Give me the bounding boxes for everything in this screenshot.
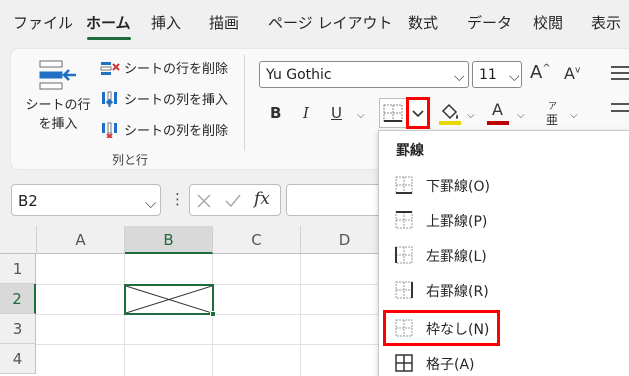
menu-file[interactable]: ファイル — [13, 12, 73, 33]
column-header-c[interactable]: C — [213, 226, 301, 254]
menu-item-left-border[interactable]: 左罫線(L) — [392, 239, 628, 271]
borders-dropdown-button[interactable] — [406, 97, 430, 129]
phonetic-bottom: 亜 — [546, 113, 559, 127]
row-header-4[interactable]: 4 — [0, 344, 36, 374]
cells-group-label: 列と行 — [112, 153, 149, 167]
border-bottom-icon — [383, 104, 403, 122]
menu-formulas[interactable]: 数式 — [408, 12, 438, 33]
font-name-select[interactable]: Yu Gothic ⌵ — [259, 61, 469, 88]
insert-rows-icon — [39, 60, 76, 90]
chevron-down-icon: ⌵ — [145, 194, 157, 212]
fill-handle[interactable] — [210, 311, 216, 317]
chevron-down-icon: ⌵ — [454, 69, 465, 85]
font-size-value: 11 — [479, 67, 497, 83]
name-box-value: B2 — [18, 192, 38, 210]
border-left-icon — [395, 246, 413, 264]
menu-item-right-border[interactable]: 右罫線(R) — [392, 274, 628, 306]
row-header-1[interactable]: 1 — [0, 254, 36, 284]
insert-rows-label: シートの行 を挿入 — [25, 98, 91, 132]
border-top-icon — [395, 211, 413, 229]
phonetic-dropdown-icon[interactable]: ⌵ — [570, 110, 578, 121]
formula-tools: fx — [189, 184, 281, 216]
menu-data[interactable]: データ — [467, 12, 512, 33]
name-box[interactable]: B2 ⌵ — [11, 184, 161, 216]
enter-check-icon[interactable] — [224, 193, 242, 209]
menu-page-layout[interactable]: ページ レイアウト — [268, 12, 392, 33]
ribbon-divider — [244, 55, 245, 151]
insert-columns-button[interactable]: シートの列を挿入 — [100, 89, 228, 108]
insert-columns-label: シートの列を挿入 — [124, 93, 229, 108]
delete-rows-icon — [100, 62, 120, 75]
fill-color-dropdown-icon[interactable]: ⌵ — [467, 110, 475, 121]
shrink-font-button[interactable]: Av — [564, 64, 580, 83]
border-right-icon — [395, 281, 413, 299]
column-header-b[interactable]: B — [125, 226, 213, 254]
menu-item-label: 上罫線(P) — [426, 214, 488, 230]
paint-bucket-icon — [439, 103, 461, 125]
bold-button[interactable]: B — [270, 104, 281, 122]
menu-insert[interactable]: 挿入 — [151, 12, 181, 33]
align-icon[interactable] — [611, 103, 629, 121]
menu-item-label: 右罫線(R) — [426, 284, 489, 300]
delete-rows-button[interactable]: シートの行を削除 — [100, 58, 228, 77]
italic-button[interactable]: I — [303, 104, 309, 122]
borders-menu-title: 罫線 — [396, 143, 424, 159]
cancel-icon[interactable] — [196, 193, 212, 209]
row-header-2[interactable]: 2 — [0, 284, 36, 314]
menu-item-bottom-border[interactable]: 下罫線(O) — [392, 169, 628, 201]
font-color-dropdown-icon[interactable]: ⌵ — [517, 110, 525, 121]
font-color-letter: A — [492, 100, 503, 119]
column-header-d[interactable]: D — [301, 226, 389, 254]
menu-item-label: 格子(A) — [426, 357, 475, 373]
underline-dropdown-icon[interactable]: ⌵ — [357, 110, 365, 121]
font-name-value: Yu Gothic — [266, 67, 332, 83]
font-size-select[interactable]: 11 ⌵ — [472, 61, 522, 88]
insert-function-button[interactable]: fx — [254, 189, 270, 209]
select-all-corner[interactable] — [0, 226, 37, 254]
menu-draw[interactable]: 描画 — [209, 12, 239, 33]
gridline — [124, 254, 125, 376]
formula-input[interactable] — [286, 184, 386, 216]
delete-columns-label: シートの列を削除 — [124, 124, 229, 139]
column-header-a[interactable]: A — [37, 226, 125, 254]
more-options-icon[interactable]: ⋮ — [170, 190, 185, 208]
underline-button[interactable]: U — [331, 104, 342, 122]
menu-bar: ファイル ホーム 挿入 描画 ページ レイアウト 数式 データ 校閲 表示 — [0, 0, 629, 42]
menu-item-all-borders[interactable]: 格子(A) — [392, 347, 628, 376]
border-bottom-icon — [395, 176, 413, 194]
font-color-bar — [487, 121, 509, 125]
active-tab-indicator — [87, 37, 131, 40]
menu-review[interactable]: 校閲 — [533, 12, 563, 33]
borders-button[interactable] — [379, 98, 407, 128]
align-icon[interactable] — [611, 66, 629, 80]
menu-view[interactable]: 表示 — [591, 12, 621, 33]
border-all-icon — [395, 354, 413, 372]
delete-columns-icon — [102, 122, 117, 138]
delete-columns-button[interactable]: シートの列を削除 — [100, 120, 228, 139]
menu-item-label: 下罫線(O) — [426, 179, 490, 195]
row-header-3[interactable]: 3 — [0, 314, 36, 344]
delete-rows-label: シートの行を削除 — [124, 62, 229, 77]
selected-cell-b2[interactable] — [124, 284, 214, 315]
diagonal-border-icon — [125, 285, 213, 314]
annotation-highlight-box — [383, 310, 500, 346]
menu-item-top-border[interactable]: 上罫線(P) — [392, 204, 628, 236]
chevron-down-icon — [412, 110, 424, 118]
gridline — [300, 254, 301, 376]
insert-columns-icon — [102, 91, 117, 107]
menu-item-label: 左罫線(L) — [426, 249, 487, 265]
chevron-down-icon: ⌵ — [509, 69, 520, 85]
menu-home[interactable]: ホーム — [86, 12, 131, 33]
grow-font-button[interactable]: A^ — [530, 62, 551, 83]
